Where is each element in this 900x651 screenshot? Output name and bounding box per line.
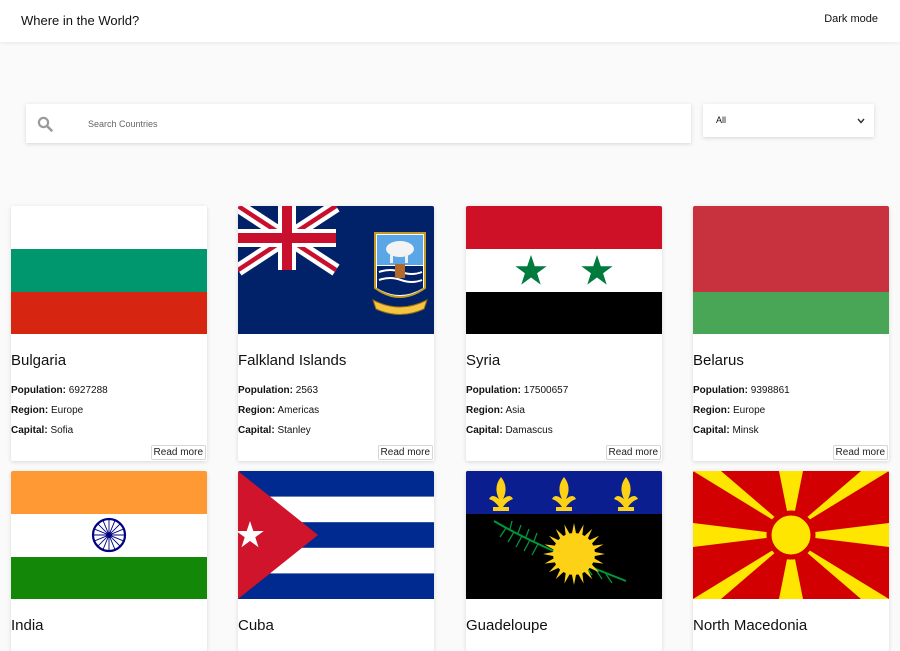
- bulgaria-flag: [11, 206, 207, 334]
- falkland-islands-flag: [238, 206, 434, 334]
- country-name: India: [11, 617, 44, 634]
- cuba-flag: [238, 471, 434, 599]
- region-filter-value: All: [716, 115, 727, 125]
- top-header: Where in the World? Dark mode: [0, 0, 900, 42]
- capital-row: Capital: Stanley: [238, 425, 311, 436]
- search-icon: [37, 116, 53, 132]
- india-flag: [11, 471, 207, 599]
- read-more-button[interactable]: Read more: [377, 445, 433, 460]
- country-card-falkland-islands[interactable]: Falkland Islands Population: 2563 Region…: [238, 206, 434, 461]
- capital-row: Capital: Sofia: [11, 425, 74, 436]
- capital-row: Capital: Minsk: [693, 425, 759, 436]
- belarus-flag: [693, 206, 889, 334]
- region-filter-select[interactable]: All: [703, 104, 874, 137]
- region-row: Region: Europe: [11, 405, 84, 416]
- north-macedonia-flag: [693, 471, 889, 599]
- country-name: Bulgaria: [11, 352, 67, 369]
- country-card-bulgaria[interactable]: Bulgaria Population: 6927288 Region: Eur…: [11, 206, 207, 461]
- read-more-button[interactable]: Read more: [832, 445, 888, 460]
- population-row: Population: 6927288: [11, 385, 108, 396]
- country-card-guadeloupe[interactable]: Guadeloupe: [466, 471, 662, 651]
- country-card-syria[interactable]: Syria Population: 17500657 Region: Asia …: [466, 206, 662, 461]
- country-card-cuba[interactable]: Cuba: [238, 471, 434, 651]
- country-name: Belarus: [693, 352, 744, 369]
- country-name: Falkland Islands: [238, 352, 347, 369]
- search-box[interactable]: [26, 104, 691, 143]
- app-title: Where in the World?: [21, 13, 140, 28]
- population-row: Population: 2563: [238, 385, 319, 396]
- country-name: Guadeloupe: [466, 617, 548, 634]
- country-card-india[interactable]: India: [11, 471, 207, 651]
- read-more-button[interactable]: Read more: [605, 445, 661, 460]
- search-input[interactable]: [88, 115, 668, 133]
- chevron-down-icon: [857, 118, 865, 124]
- country-name: North Macedonia: [693, 617, 808, 634]
- guadeloupe-flag: [466, 471, 662, 599]
- population-row: Population: 17500657: [466, 385, 569, 396]
- country-card-belarus[interactable]: Belarus Population: 9398861 Region: Euro…: [693, 206, 889, 461]
- population-row: Population: 9398861: [693, 385, 790, 396]
- region-row: Region: Americas: [238, 405, 320, 416]
- region-row: Region: Asia: [466, 405, 525, 416]
- syria-flag: [466, 206, 662, 334]
- read-more-button[interactable]: Read more: [150, 445, 206, 460]
- capital-row: Capital: Damascus: [466, 425, 553, 436]
- country-name: Cuba: [238, 617, 274, 634]
- region-row: Region: Europe: [693, 405, 766, 416]
- country-card-north-macedonia[interactable]: North Macedonia: [693, 471, 889, 651]
- country-name: Syria: [466, 352, 501, 369]
- dark-mode-toggle[interactable]: Dark mode: [824, 13, 878, 25]
